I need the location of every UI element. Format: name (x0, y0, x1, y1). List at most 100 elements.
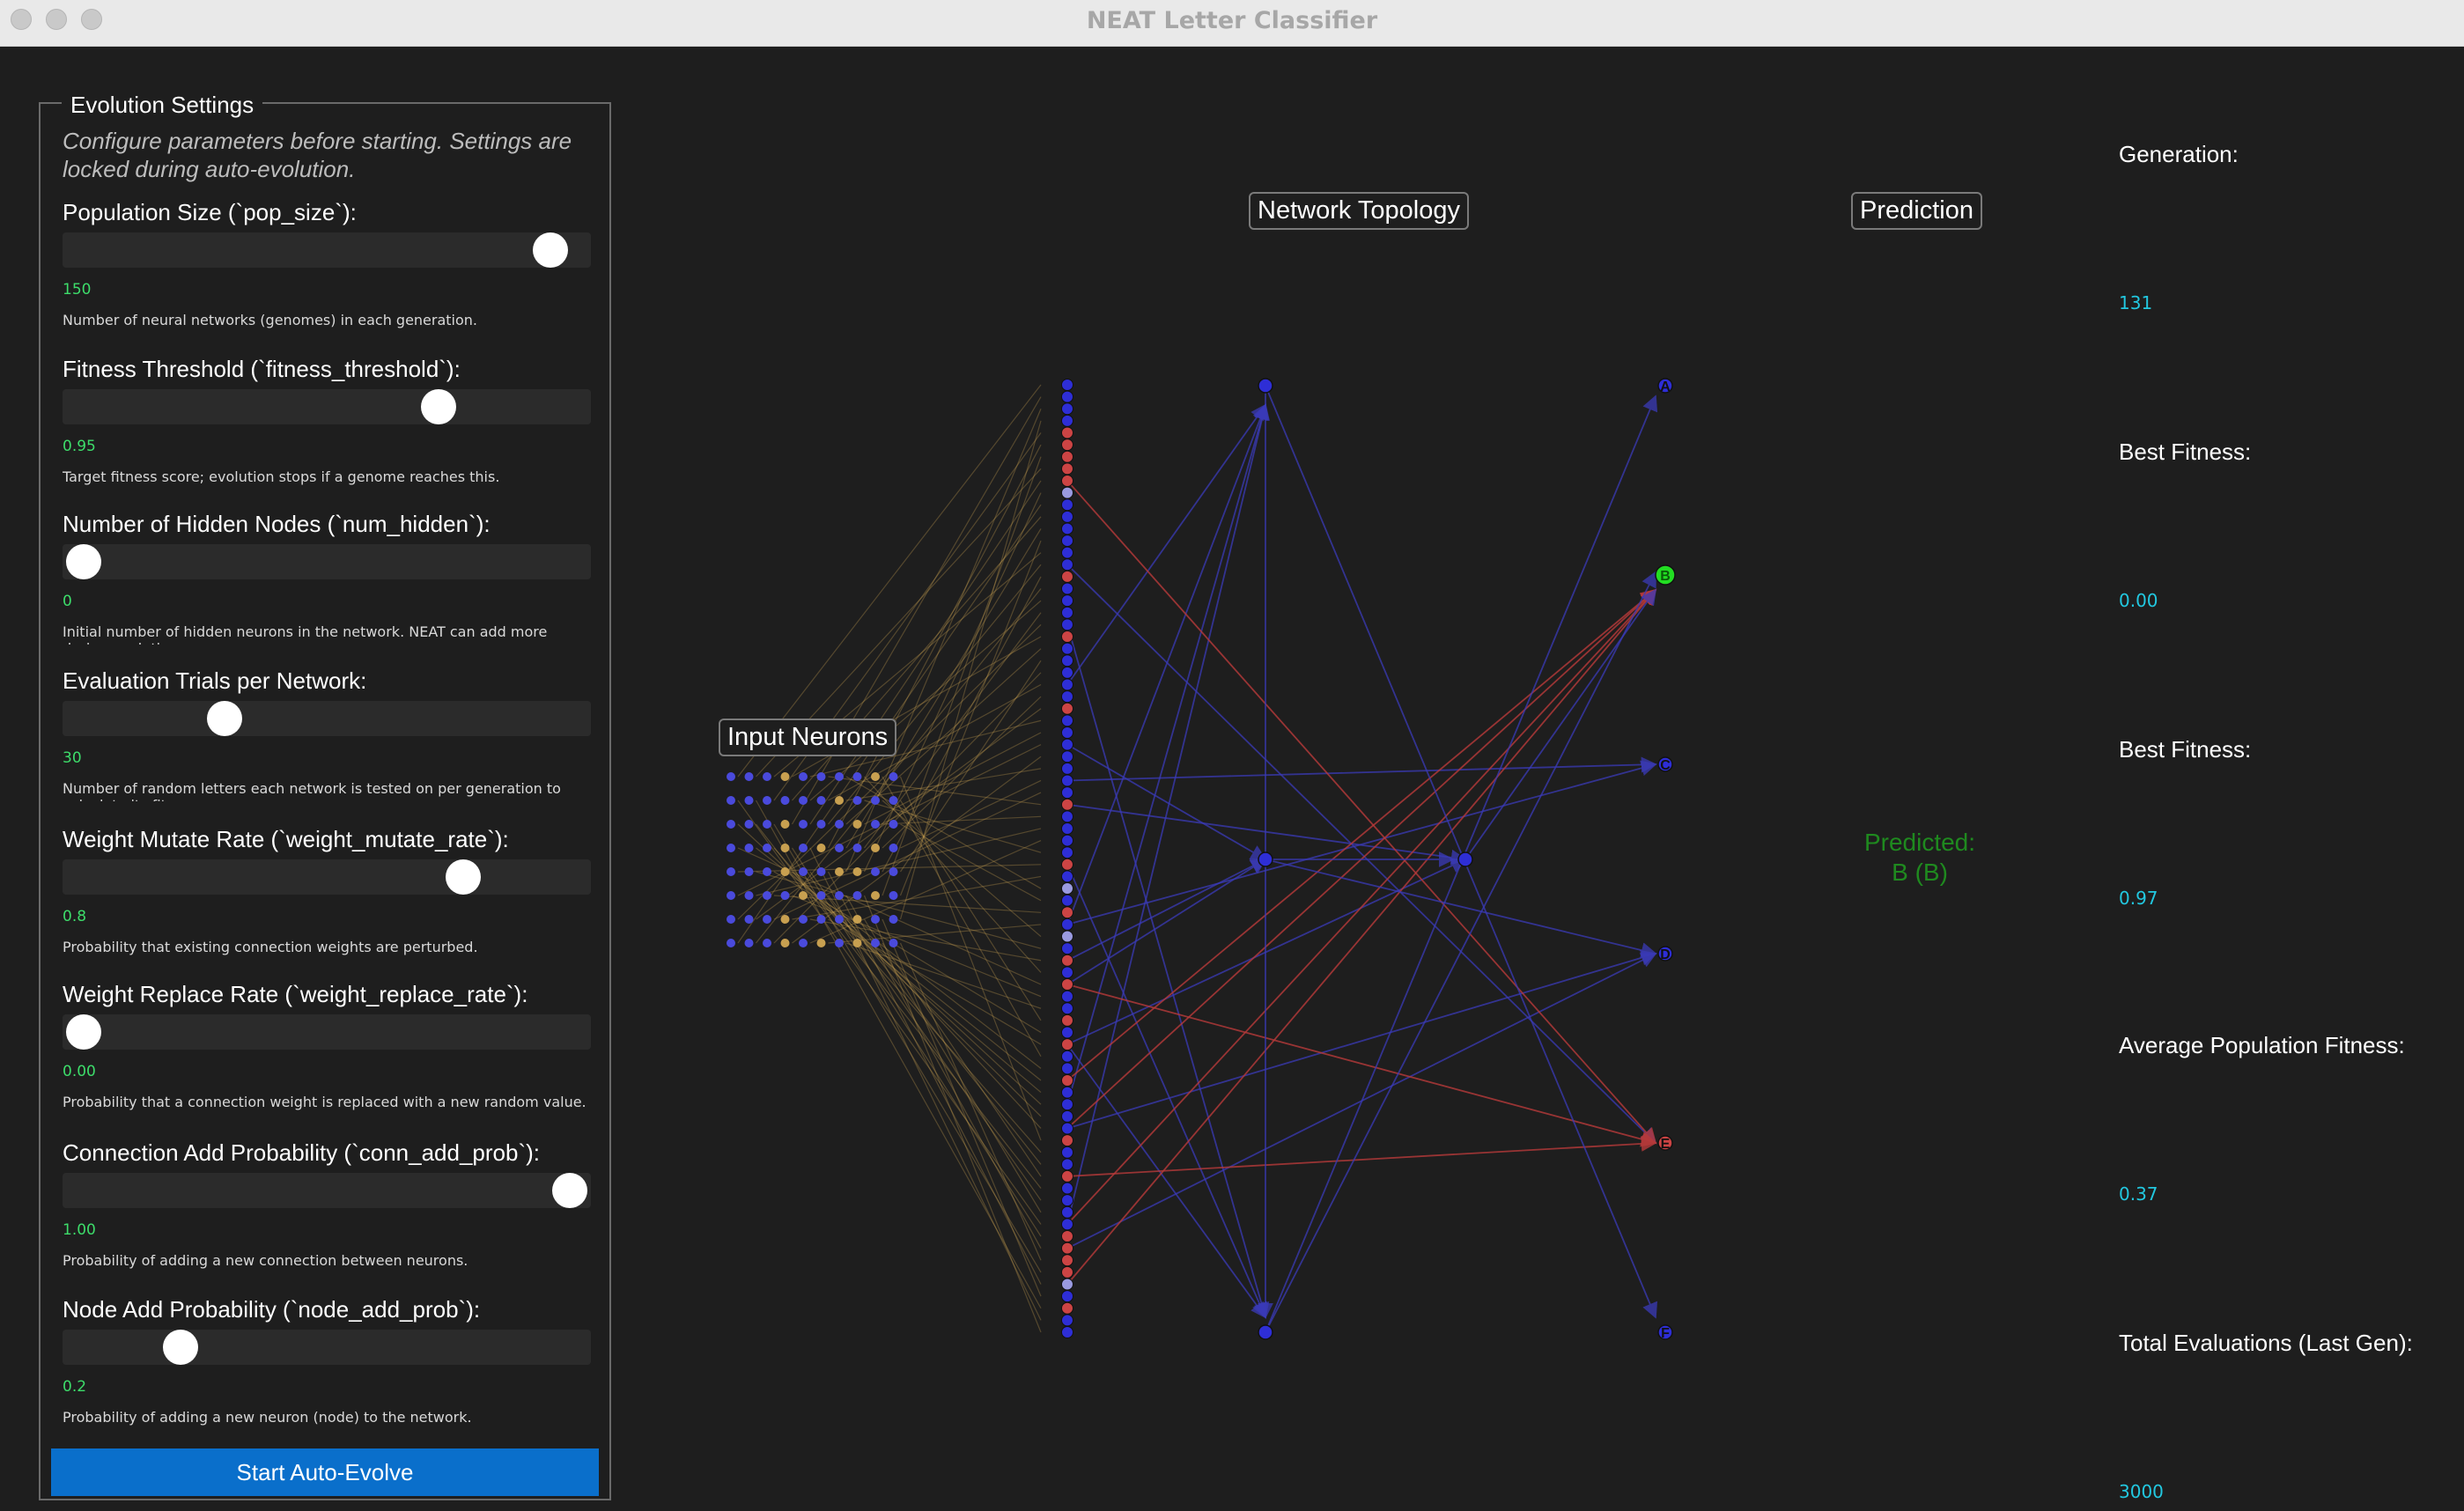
sensor-node (1061, 1182, 1073, 1195)
sensor-node (1061, 822, 1073, 835)
slider-handle[interactable] (66, 1014, 101, 1050)
input-neurons-label: Input Neurons (719, 719, 897, 756)
param-slider[interactable] (63, 389, 591, 424)
sensor-node (1061, 726, 1073, 739)
param-slider[interactable] (63, 701, 591, 736)
input-link (900, 779, 1042, 849)
stat-label: Best Fitness: (2119, 736, 2252, 763)
sensor-node (1061, 762, 1073, 775)
sensor-node (1061, 630, 1073, 644)
start-auto-evolve-button[interactable]: Start Auto-Evolve (51, 1448, 599, 1496)
input-neuron (799, 939, 808, 947)
input-neuron (763, 891, 771, 900)
param-description: Probability that a connection weight is … (63, 1094, 586, 1110)
sensor-node (1061, 1013, 1073, 1027)
input-link (828, 564, 1042, 825)
param-6: Connection Add Probability (`conn_add_pr… (63, 1139, 591, 1269)
settings-legend: Evolution Settings (62, 92, 263, 119)
param-value: 0.00 (63, 1063, 96, 1080)
input-neuron (871, 796, 880, 805)
param-slider[interactable] (63, 232, 591, 268)
connection-edge (1265, 859, 1657, 958)
sensor-node (1061, 1290, 1073, 1303)
input-neuron (727, 867, 735, 876)
connection-edge (1066, 859, 1267, 962)
param-value: 0 (63, 593, 72, 610)
connection-edge (1066, 588, 1657, 1226)
sensor-node (1061, 774, 1073, 787)
input-link (828, 895, 1042, 1165)
sensor-node (1061, 834, 1073, 847)
input-link (863, 492, 1042, 873)
connection-edge (1066, 480, 1657, 1145)
input-neuron (799, 891, 808, 900)
input-neuron (744, 844, 754, 852)
input-neuron (835, 844, 844, 852)
sensor-node (1061, 462, 1073, 475)
sensor-node (1061, 1109, 1073, 1123)
sensor-node (1061, 402, 1073, 416)
sensor-node (1061, 882, 1073, 896)
slider-handle[interactable] (420, 389, 456, 424)
sensor-node (1061, 990, 1073, 1003)
stat-value: 0.97 (2119, 888, 2158, 909)
connection-edge (1066, 403, 1267, 686)
input-neuron (799, 820, 808, 829)
input-neuron (889, 820, 898, 829)
sensor-node (1061, 486, 1073, 499)
input-link (828, 918, 1042, 1045)
param-slider[interactable] (63, 1173, 591, 1208)
param-slider[interactable] (63, 544, 591, 579)
slider-handle[interactable] (552, 1173, 587, 1208)
slider-handle[interactable] (163, 1330, 199, 1365)
input-neuron (889, 844, 898, 852)
sensor-node (1061, 1265, 1073, 1279)
input-neuron (852, 820, 862, 829)
input-neuron (799, 915, 808, 924)
slider-handle[interactable] (532, 232, 568, 268)
slider-handle[interactable] (445, 859, 481, 895)
input-neuron (763, 939, 771, 947)
sensor-node (1061, 1134, 1073, 1147)
input-link (809, 480, 1042, 825)
input-neuron (852, 867, 862, 876)
input-link (899, 540, 1042, 896)
param-slider[interactable] (63, 859, 591, 895)
param-slider[interactable] (63, 1014, 591, 1050)
sensor-node (1061, 798, 1073, 811)
input-neuron (727, 820, 735, 829)
sensor-node (1061, 1326, 1073, 1338)
sensor-node (1061, 1278, 1073, 1291)
slider-handle[interactable] (207, 701, 243, 736)
input-neuron (852, 844, 862, 852)
param-1: Fitness Threshold (`fitness_threshold`):… (63, 356, 591, 485)
stat-label: Generation: (2119, 141, 2239, 167)
connection-edge (1066, 588, 1657, 1081)
sensor-node (1061, 654, 1073, 667)
slider-handle[interactable] (66, 544, 101, 579)
sensor-node (1061, 1073, 1073, 1087)
sensor-node (1061, 810, 1073, 823)
input-link (792, 875, 1042, 920)
input-link (863, 918, 1042, 1213)
param-slider[interactable] (63, 1330, 591, 1365)
input-neuron (744, 796, 754, 805)
input-neuron (780, 891, 790, 900)
input-neuron (871, 867, 880, 876)
input-neuron (835, 891, 844, 900)
input-link (882, 918, 1042, 1297)
predicted-letter: B (B) (1892, 859, 1948, 886)
sensor-node (1061, 786, 1073, 800)
input-neuron (744, 772, 754, 781)
param-description: Number of random letters each network is… (63, 780, 561, 801)
input-neuron (852, 939, 862, 947)
sensor-node (1061, 918, 1073, 931)
connection-edge (1265, 385, 1658, 1319)
param-3: Evaluation Trials per Network: 30 Number o… (63, 667, 591, 801)
param-value: 0.8 (63, 908, 87, 925)
connection-edge (1066, 624, 1270, 1319)
sensor-node (1061, 678, 1073, 691)
output-node-label: B (1660, 569, 1671, 584)
sensor-node (1061, 450, 1073, 463)
input-link (756, 828, 1042, 896)
